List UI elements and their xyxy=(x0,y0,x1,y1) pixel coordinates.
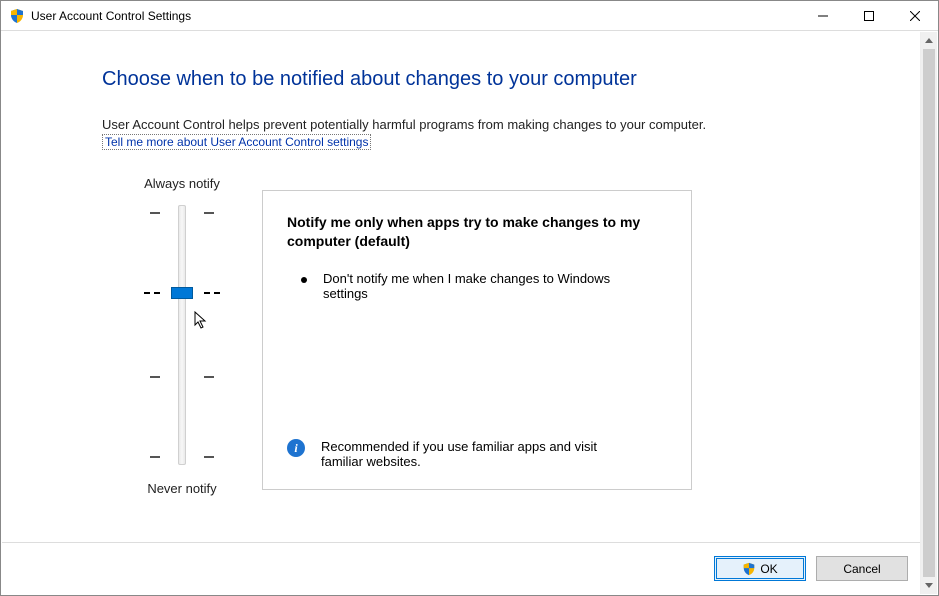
shield-icon xyxy=(9,8,25,24)
window-title: User Account Control Settings xyxy=(31,9,191,23)
ok-button[interactable]: OK xyxy=(714,556,806,581)
minimize-button[interactable] xyxy=(800,1,846,31)
notification-level-title: Notify me only when apps try to make cha… xyxy=(287,213,647,251)
ok-button-label: OK xyxy=(760,562,777,576)
recommendation-text: Recommended if you use familiar apps and… xyxy=(321,439,641,469)
info-icon: i xyxy=(287,439,305,457)
page-description: User Account Control helps prevent poten… xyxy=(102,117,920,132)
cancel-button-label: Cancel xyxy=(843,562,880,576)
slider-thumb[interactable] xyxy=(171,287,193,299)
close-button[interactable] xyxy=(892,1,938,31)
button-bar: OK Cancel xyxy=(2,542,920,594)
slider-track xyxy=(178,205,186,465)
cursor-icon xyxy=(194,311,208,331)
scroll-down-arrow-icon[interactable] xyxy=(921,577,937,594)
content-area: Choose when to be notified about changes… xyxy=(2,32,920,594)
shield-icon xyxy=(742,562,756,576)
title-bar: User Account Control Settings xyxy=(1,1,938,31)
scroll-up-arrow-icon[interactable] xyxy=(921,32,937,49)
maximize-button[interactable] xyxy=(846,1,892,31)
vertical-scrollbar[interactable] xyxy=(920,32,937,594)
page-heading: Choose when to be notified about changes… xyxy=(102,68,920,91)
notification-level-detail: Don't notify me when I make changes to W… xyxy=(323,271,623,301)
notification-description-box: Notify me only when apps try to make cha… xyxy=(262,190,692,490)
bullet-icon xyxy=(301,277,307,283)
cancel-button[interactable]: Cancel xyxy=(816,556,908,581)
slider-top-label: Always notify xyxy=(102,176,262,191)
scrollbar-thumb[interactable] xyxy=(923,49,935,577)
learn-more-link[interactable]: Tell me more about User Account Control … xyxy=(102,134,371,150)
uac-window: User Account Control Settings Choose whe… xyxy=(0,0,939,596)
notification-slider[interactable] xyxy=(102,205,262,465)
slider-bottom-label: Never notify xyxy=(102,481,262,496)
